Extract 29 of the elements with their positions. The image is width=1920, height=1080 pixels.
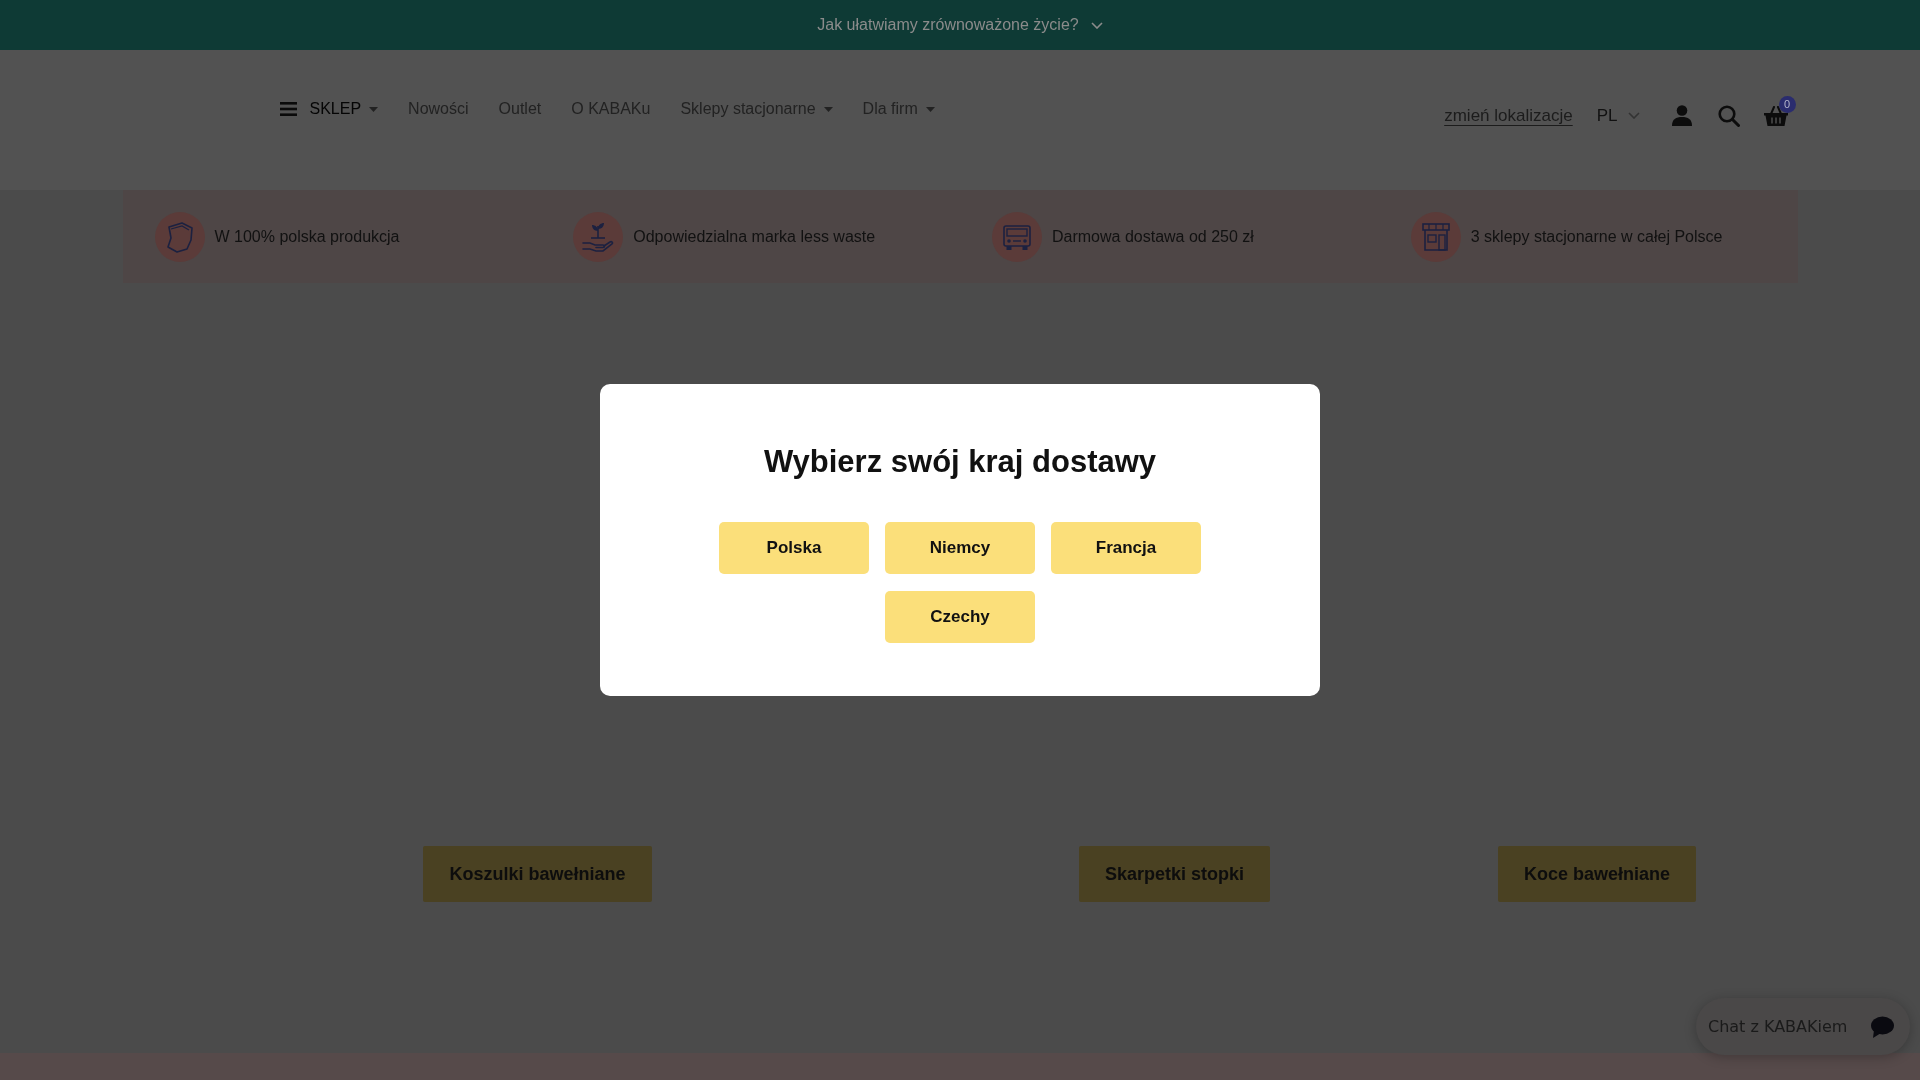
chevron-down-icon: [1090, 21, 1103, 29]
announcement-toggle[interactable]: Jak ułatwiamy zrównoważone życie?: [817, 13, 1103, 37]
store-icon: [1410, 211, 1461, 262]
caret-icon: [823, 106, 833, 112]
map-outline-icon: [154, 211, 205, 262]
chevron-down-icon: [1627, 112, 1640, 120]
hand-sprout-icon: [573, 211, 624, 262]
category-button[interactable]: Skarpetki stopki: [1078, 846, 1271, 902]
country-button[interactable]: Niemcy: [885, 522, 1035, 574]
user-icon[interactable]: [1671, 105, 1692, 127]
caret-icon: [369, 106, 379, 112]
menu-icon: [279, 102, 297, 116]
language-dropdown[interactable]: PL: [1596, 103, 1640, 129]
feature-text: Odpowiedzialna marka less waste: [633, 226, 876, 247]
country-button[interactable]: Czechy: [885, 591, 1035, 643]
category-button[interactable]: Koszulki bawełniane: [423, 846, 652, 902]
country-button[interactable]: Polska: [719, 522, 869, 574]
dialog-title: Wybierz swój kraj dostawy: [762, 443, 1158, 481]
search-icon[interactable]: [1717, 104, 1740, 127]
chat-bubble-icon: [1870, 1015, 1894, 1038]
feature-text: W 100% polska produkcja: [214, 226, 400, 247]
van-icon: [992, 211, 1042, 262]
feature-text: 3 sklepy stacjonarne w całej Polsce: [1470, 226, 1723, 247]
feature-text: Darmowa dostawa od 250 zł: [1052, 226, 1254, 247]
country-button[interactable]: Francja: [1051, 522, 1201, 574]
caret-icon: [925, 106, 935, 112]
shop-menu-link[interactable]: SKLEP: [279, 97, 379, 121]
category-button[interactable]: Koce bawełniane: [1497, 846, 1697, 902]
cart-count-badge: 0: [1778, 95, 1796, 113]
